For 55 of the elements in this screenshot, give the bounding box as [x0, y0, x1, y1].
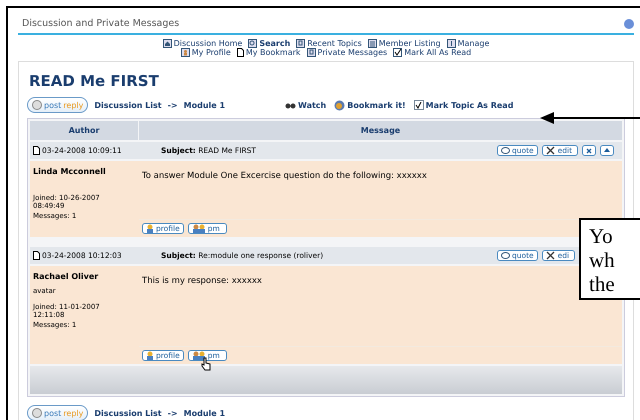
breadcrumb-link[interactable]: Discussion List: [94, 100, 162, 110]
section-title: Discussion and Private Messages: [22, 18, 180, 29]
nav-link[interactable]: Search: [248, 39, 290, 48]
column-header: Author: [30, 121, 138, 140]
globe-icon: [334, 100, 346, 110]
cross-icon: [546, 146, 556, 155]
home-icon: [162, 39, 172, 48]
speech-bubble-icon: [501, 252, 510, 260]
up-triangle-icon: [604, 148, 610, 154]
info-icon: [446, 39, 456, 48]
help-icon[interactable]: [624, 18, 634, 28]
callout-text: the: [589, 272, 616, 296]
topic-title: READ Me FIRST: [29, 72, 160, 90]
scroll-up-button[interactable]: [600, 145, 614, 156]
nav-link[interactable]: My Bookmark: [236, 48, 301, 57]
delete-button[interactable]: [582, 145, 596, 156]
nav-link[interactable]: Recent Topics: [296, 39, 362, 48]
page-icon: [236, 48, 244, 57]
person-icon: [146, 224, 154, 233]
checkbox-icon: [393, 48, 402, 57]
column-header: Message: [139, 121, 622, 140]
bookmark-link[interactable]: Bookmark it!: [334, 100, 406, 110]
nav-link[interactable]: My Profile: [180, 48, 231, 57]
search-icon: [248, 39, 258, 48]
binoculars-icon: [285, 101, 296, 109]
post-reply-button[interactable]: post reply: [27, 97, 88, 113]
nav-link[interactable]: Manage: [446, 39, 490, 48]
breadcrumb-link[interactable]: Module 1: [184, 100, 226, 110]
breadcrumb-separator: ->: [168, 100, 178, 110]
post-reply-button[interactable]: post reply: [27, 405, 88, 420]
mark-read-checkbox[interactable]: Mark Topic As Read: [414, 100, 514, 110]
person-icon: [146, 351, 154, 360]
list-icon: [368, 39, 377, 48]
author-name: Rachael Oliver: [33, 272, 100, 281]
checkmark-icon: [415, 102, 422, 108]
page-icon: [33, 251, 40, 260]
people-icon: [192, 351, 206, 360]
person-icon: [180, 48, 190, 57]
close-icon: [586, 148, 592, 154]
cross-icon: [546, 251, 556, 260]
nav-link[interactable]: Mark All As Read: [393, 48, 472, 57]
page-icon: [33, 146, 40, 155]
nav-link[interactable]: Discussion Home: [162, 39, 242, 48]
people-icon: [192, 224, 206, 233]
callout-text: Yo: [589, 224, 614, 248]
nav-link[interactable]: Member Listing: [368, 39, 441, 48]
nav-link[interactable]: Private Messages: [306, 48, 388, 57]
speech-bubble-icon: [501, 146, 510, 154]
breadcrumb-link[interactable]: Module 1: [184, 408, 226, 418]
arrow-icon: [540, 111, 640, 125]
breadcrumb-link[interactable]: Discussion List: [94, 408, 162, 418]
callout-text: wh: [589, 248, 616, 272]
breadcrumb-separator: ->: [168, 408, 178, 418]
author-name: Linda Mcconnell: [33, 167, 107, 176]
watch-link[interactable]: Watch: [285, 100, 326, 110]
